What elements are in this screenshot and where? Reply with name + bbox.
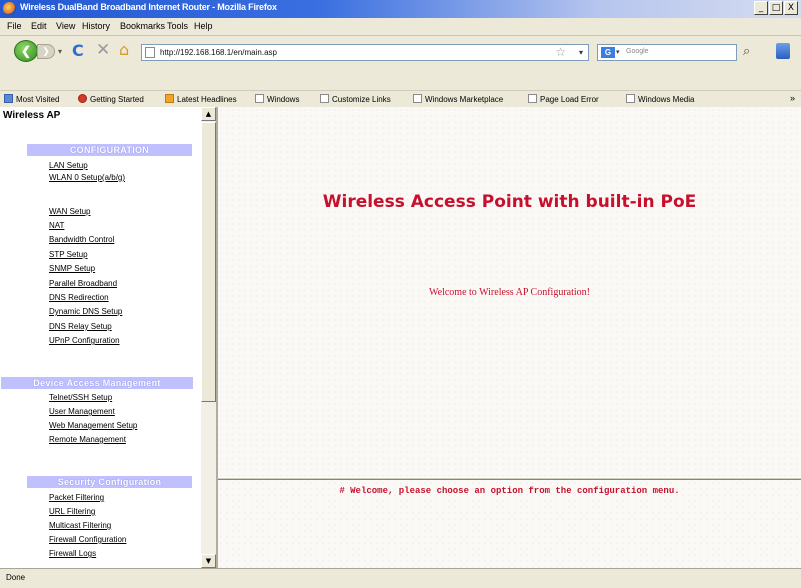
maximize-button[interactable]: □: [769, 1, 783, 15]
bookmarks-toolbar: Most Visited Getting Started Latest Head…: [0, 90, 801, 108]
nav-link-telnet-ssh-setup[interactable]: Telnet/SSH Setup: [49, 393, 112, 402]
most-visited-icon: [4, 94, 13, 103]
bookmark-windows[interactable]: Windows: [255, 94, 299, 104]
bookmark-getting-started[interactable]: Getting Started: [78, 94, 144, 104]
status-message: # Welcome, please choose an option from …: [339, 486, 680, 496]
nav-link-remote-management[interactable]: Remote Management: [49, 435, 126, 444]
close-button[interactable]: X: [784, 1, 798, 15]
welcome-text: Welcome to Wireless AP Configuration!: [429, 287, 590, 298]
nav-link-multicast-filtering[interactable]: Multicast Filtering: [49, 521, 111, 530]
page-title: Wireless Access Point with built-in PoE: [322, 192, 697, 212]
page-icon: [413, 94, 422, 103]
menu-tools[interactable]: Tools: [167, 21, 188, 31]
window-titlebar: Wireless DualBand Broadband Internet Rou…: [0, 0, 801, 18]
history-dropdown-icon[interactable]: ▾: [58, 47, 62, 56]
scroll-down-arrow-icon[interactable]: ▼: [201, 554, 216, 568]
search-placeholder: Google: [626, 48, 649, 55]
nav-link-wlan-setup[interactable]: WLAN 0 Setup(a/b/g): [49, 173, 125, 182]
bookmark-latest-headlines[interactable]: Latest Headlines: [165, 94, 237, 104]
bookmark-page-load-error[interactable]: Page Load Error: [528, 94, 599, 104]
bookmarks-overflow-icon[interactable]: »: [790, 93, 795, 103]
menu-bar: File Edit View History Bookmarks Tools H…: [0, 18, 801, 36]
menu-edit[interactable]: Edit: [31, 21, 47, 31]
page-icon: [320, 94, 329, 103]
nav-link-bandwidth-control[interactable]: Bandwidth Control: [49, 235, 114, 244]
nav-link-dns-redirection[interactable]: DNS Redirection: [49, 293, 109, 302]
message-frame: # Welcome, please choose an option from …: [218, 480, 801, 568]
page-icon: [626, 94, 635, 103]
nav-link-firewall-logs[interactable]: Firewall Logs: [49, 549, 96, 558]
section-header-device-access: Device Access Management: [1, 377, 193, 389]
url-dropdown-icon[interactable]: ▾: [579, 48, 583, 57]
menu-help[interactable]: Help: [194, 21, 213, 31]
nav-link-firewall-configuration[interactable]: Firewall Configuration: [49, 535, 126, 544]
back-button[interactable]: ❮: [14, 40, 38, 62]
bookmark-windows-marketplace[interactable]: Windows Marketplace: [413, 94, 503, 104]
firefox-icon: [3, 2, 16, 15]
search-box[interactable]: G ▾ Google: [597, 44, 737, 61]
status-bar: Done: [0, 568, 801, 588]
bookmark-most-visited[interactable]: Most Visited: [4, 94, 59, 104]
reload-icon[interactable]: C: [72, 42, 84, 60]
firefox-icon: [78, 94, 87, 103]
status-text: Done: [6, 573, 26, 582]
nav-link-snmp-setup[interactable]: SNMP Setup: [49, 264, 95, 273]
scroll-up-arrow-icon[interactable]: ▲: [201, 107, 216, 121]
bookmark-customize-links[interactable]: Customize Links: [320, 94, 391, 104]
nav-link-user-management[interactable]: User Management: [49, 407, 115, 416]
rss-icon: [165, 94, 174, 103]
section-header-security: Security Configuration: [27, 476, 192, 488]
menu-history[interactable]: History: [82, 21, 110, 31]
menu-file[interactable]: File: [7, 21, 22, 31]
home-icon[interactable]: ⌂: [119, 41, 129, 59]
page-icon: [145, 47, 155, 58]
nav-link-wan-setup[interactable]: WAN Setup: [49, 207, 91, 216]
nav-link-lan-setup[interactable]: LAN Setup: [49, 161, 88, 170]
sidebar-frame: Wireless AP CONFIGURATION LAN Setup WLAN…: [0, 107, 218, 568]
menu-view[interactable]: View: [56, 21, 75, 31]
nav-link-packet-filtering[interactable]: Packet Filtering: [49, 493, 104, 502]
nav-link-upnp-configuration[interactable]: UPnP Configuration: [49, 336, 120, 345]
nav-link-nat[interactable]: NAT: [49, 221, 64, 230]
search-magnifier-icon[interactable]: ⌕: [743, 44, 750, 59]
nav-link-web-management-setup[interactable]: Web Management Setup: [49, 421, 137, 430]
main-frame: Wireless Access Point with built-in PoE …: [218, 107, 801, 477]
forward-button[interactable]: ❯: [37, 44, 55, 59]
url-text[interactable]: http://192.168.168.1/en/main.asp: [160, 48, 277, 57]
sidebar-brand: Wireless AP: [3, 110, 61, 121]
menu-bookmarks[interactable]: Bookmarks: [120, 21, 165, 31]
section-header-configuration: CONFIGURATION: [27, 144, 192, 156]
nav-link-parallel-broadband[interactable]: Parallel Broadband: [49, 279, 117, 288]
nav-link-dns-relay-setup[interactable]: DNS Relay Setup: [49, 322, 112, 331]
sidebar-scrollbar[interactable]: ▲ ▼: [201, 107, 216, 568]
google-icon[interactable]: G: [601, 47, 615, 58]
minimize-button[interactable]: _: [754, 1, 768, 15]
window-title: Wireless DualBand Broadband Internet Rou…: [20, 2, 277, 12]
url-bar[interactable]: http://192.168.168.1/en/main.asp ☆ ▾: [141, 44, 589, 61]
scrollbar-thumb[interactable]: [201, 122, 216, 402]
window-controls: _ □ X: [754, 1, 798, 16]
page-icon: [528, 94, 537, 103]
nav-link-url-filtering[interactable]: URL Filtering: [49, 507, 95, 516]
navigation-toolbar: ❮ ❯ ▾ C ✕ ⌂ http://192.168.168.1/en/main…: [0, 36, 801, 66]
bookmark-star-icon[interactable]: ☆: [555, 45, 566, 59]
search-engine-dropdown-icon[interactable]: ▾: [616, 48, 620, 56]
addon-icon[interactable]: [776, 43, 790, 59]
nav-link-dynamic-dns-setup[interactable]: Dynamic DNS Setup: [49, 307, 122, 316]
stop-icon[interactable]: ✕: [96, 41, 110, 59]
page-icon: [255, 94, 264, 103]
nav-link-stp-setup[interactable]: STP Setup: [49, 250, 88, 259]
bookmark-windows-media[interactable]: Windows Media: [626, 94, 694, 104]
